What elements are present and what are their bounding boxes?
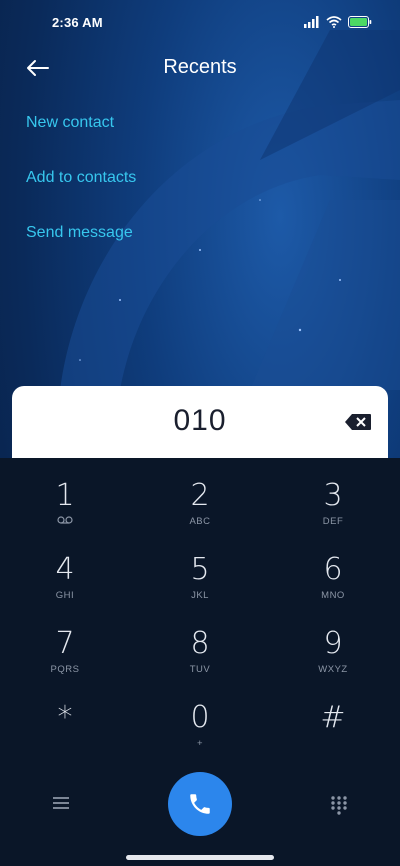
key-digit: 3 bbox=[323, 478, 343, 513]
key-digit: 2 bbox=[190, 478, 210, 513]
phone-icon bbox=[190, 794, 210, 814]
dialed-number: 010 bbox=[173, 404, 227, 437]
key-digit: 8 bbox=[190, 626, 210, 661]
key-letters: WXYZ bbox=[318, 664, 348, 675]
key-letters: GHI bbox=[55, 590, 75, 601]
menu-icon bbox=[53, 797, 69, 809]
key-letters: JKL bbox=[191, 590, 209, 601]
key-digit: # bbox=[320, 700, 346, 735]
key-digit: 5 bbox=[190, 552, 210, 587]
key-2[interactable]: 2 ABC bbox=[145, 478, 255, 540]
key-digit: 1 bbox=[55, 478, 75, 513]
key-5[interactable]: 5 JKL bbox=[145, 552, 255, 614]
voicemail-icon bbox=[10, 516, 120, 528]
key-6[interactable]: 6 MNO bbox=[278, 552, 388, 614]
bottom-bar bbox=[0, 770, 400, 840]
menu-button[interactable] bbox=[50, 794, 72, 812]
actions-list: New contact Add to contacts Send message bbox=[26, 114, 136, 279]
page-title: Recents bbox=[163, 56, 237, 78]
status-icons bbox=[304, 16, 372, 28]
add-to-contacts-link[interactable]: Add to contacts bbox=[26, 169, 136, 189]
backspace-icon bbox=[345, 414, 371, 430]
home-indicator[interactable] bbox=[126, 855, 274, 860]
key-letters: + bbox=[196, 738, 204, 749]
status-bar: 2:36 AM bbox=[0, 0, 400, 44]
clock: 2:36 AM bbox=[52, 14, 103, 30]
send-message-link[interactable]: Send message bbox=[26, 224, 136, 244]
key-9[interactable]: 9 WXYZ bbox=[278, 626, 388, 688]
wifi-icon bbox=[326, 16, 342, 28]
call-button[interactable] bbox=[168, 772, 232, 836]
key-letters: TUV bbox=[189, 664, 211, 675]
backspace-button[interactable] bbox=[344, 413, 372, 431]
key-3[interactable]: 3 DEF bbox=[278, 478, 388, 540]
battery-icon bbox=[348, 16, 372, 28]
number-display: 010 bbox=[12, 386, 388, 458]
signal-icon bbox=[304, 16, 319, 28]
key-letters: ABC bbox=[189, 516, 211, 527]
key-8[interactable]: 8 TUV bbox=[145, 626, 255, 688]
key-digit: 9 bbox=[323, 626, 343, 661]
dialpad-toggle-button[interactable] bbox=[328, 794, 350, 816]
key-letters: MNO bbox=[321, 590, 345, 601]
key-hash[interactable]: # bbox=[278, 700, 388, 762]
key-digit: * bbox=[57, 700, 73, 735]
key-7[interactable]: 7 PQRS bbox=[10, 626, 120, 688]
key-digit: 7 bbox=[55, 626, 75, 661]
dialpad-icon bbox=[331, 796, 347, 815]
header: Recents bbox=[0, 44, 400, 92]
key-digit: 0 bbox=[190, 700, 210, 735]
key-star[interactable]: * bbox=[10, 700, 120, 762]
key-digit: 6 bbox=[323, 552, 343, 587]
key-letters: DEF bbox=[322, 516, 344, 527]
new-contact-link[interactable]: New contact bbox=[26, 114, 136, 134]
key-4[interactable]: 4 GHI bbox=[10, 552, 120, 614]
key-1[interactable]: 1 bbox=[10, 478, 120, 540]
key-0[interactable]: 0 + bbox=[145, 700, 255, 762]
key-digit: 4 bbox=[55, 552, 75, 587]
key-letters: PQRS bbox=[50, 664, 80, 675]
